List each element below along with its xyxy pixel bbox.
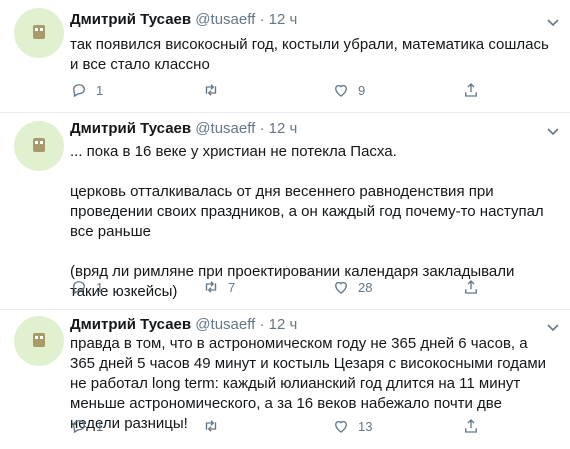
author-name[interactable]: Дмитрий Тусаев	[70, 11, 191, 28]
reply-icon	[73, 420, 85, 434]
retweet-icon	[205, 420, 217, 432]
chevron-down-icon[interactable]	[545, 123, 561, 139]
reply-icon	[73, 281, 85, 295]
share-button[interactable]	[462, 80, 480, 100]
tweet-actions: 1 13	[70, 416, 490, 436]
separator-dot: ·	[259, 11, 265, 28]
share-button[interactable]	[462, 416, 480, 436]
avatar[interactable]	[14, 8, 64, 58]
tweet-text: так появился високосный год, костыли убр…	[70, 35, 555, 75]
reply-count: 1	[96, 279, 104, 295]
reply-button[interactable]: 1	[70, 80, 103, 100]
reply-count: 1	[96, 418, 104, 434]
avatar[interactable]	[14, 316, 64, 366]
like-count: 28	[358, 279, 373, 295]
tweet-paragraph: церковь отталкивалась от дня весеннего р…	[70, 183, 544, 240]
retweet-button[interactable]: 7	[202, 277, 235, 297]
timestamp[interactable]: 12 ч	[269, 316, 298, 333]
timestamp[interactable]: 12 ч	[269, 120, 298, 137]
timestamp[interactable]: 12 ч	[269, 11, 298, 28]
tweet[interactable]: Дмитрий Тусаев @tusaeff · 12 ч ... пока …	[0, 113, 570, 309]
tweet[interactable]: Дмитрий Тусаев @tusaeff · 12 ч правда в …	[0, 310, 570, 449]
author-name[interactable]: Дмитрий Тусаев	[70, 120, 191, 137]
reply-count: 1	[96, 82, 104, 98]
author-handle[interactable]: @tusaeff	[195, 120, 255, 137]
share-icon	[465, 419, 477, 433]
author-handle[interactable]: @tusaeff	[195, 11, 255, 28]
retweet-button[interactable]	[202, 80, 228, 100]
reply-button[interactable]: 1	[70, 416, 103, 436]
share-icon	[465, 280, 477, 294]
tweet-header: Дмитрий Тусаев @tusaeff · 12 ч	[70, 10, 297, 30]
like-button[interactable]: 9	[332, 80, 365, 100]
avatar-image	[33, 25, 45, 39]
tweet-actions: 1 9	[70, 80, 490, 100]
tweet-actions: 1 7 28	[70, 277, 490, 297]
avatar-image	[33, 138, 45, 152]
avatar[interactable]	[14, 121, 64, 171]
like-icon	[335, 420, 347, 433]
retweet-count: 7	[228, 279, 236, 295]
like-icon	[335, 84, 347, 97]
avatar-image	[33, 333, 45, 347]
like-button[interactable]: 28	[332, 277, 372, 297]
reply-icon	[73, 84, 85, 98]
author-handle[interactable]: @tusaeff	[195, 316, 255, 333]
retweet-button[interactable]	[202, 416, 228, 436]
like-count: 9	[358, 82, 366, 98]
tweet-paragraph: ... пока в 16 веке у христиан не потекла…	[70, 143, 397, 160]
reply-button[interactable]: 1	[70, 277, 103, 297]
tweet-paragraph: так появился високосный год, костыли убр…	[70, 36, 549, 73]
tweet-header: Дмитрий Тусаев @tusaeff · 12 ч	[70, 315, 297, 335]
like-count: 13	[358, 418, 373, 434]
share-icon	[465, 83, 477, 97]
chevron-down-icon[interactable]	[545, 319, 561, 335]
chevron-down-icon[interactable]	[545, 14, 561, 30]
separator-dot: ·	[259, 316, 265, 333]
tweet-header: Дмитрий Тусаев @tusaeff · 12 ч	[70, 119, 297, 139]
retweet-icon	[205, 281, 217, 293]
like-icon	[335, 281, 347, 294]
tweet[interactable]: Дмитрий Тусаев @tusaeff · 12 ч так появи…	[0, 0, 570, 112]
retweet-icon	[205, 84, 217, 96]
share-button[interactable]	[462, 277, 480, 297]
like-button[interactable]: 13	[332, 416, 372, 436]
author-name[interactable]: Дмитрий Тусаев	[70, 316, 191, 333]
separator-dot: ·	[259, 120, 265, 137]
